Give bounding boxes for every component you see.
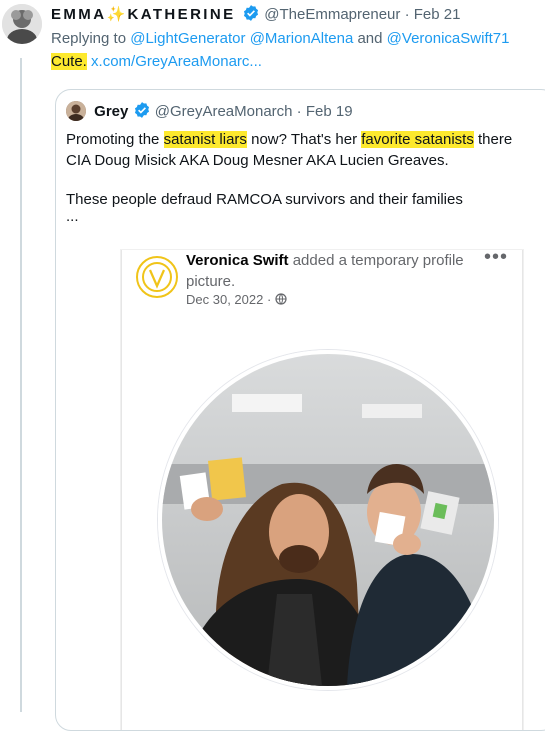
separator: · [296,103,302,120]
sparkle-emoji: ✨ [106,6,128,23]
globe-icon [275,293,287,305]
mention-link[interactable]: @VeronicaSwift71 [387,30,510,47]
avatar[interactable] [2,4,42,44]
embedded-screenshot[interactable]: Veronica Swift added a temporary profile… [121,246,523,730]
mention-link[interactable]: @LightGenerator [130,30,245,47]
quote-line-1: Promoting the satanist liars now? That's… [66,131,513,148]
quote-line-2: CIA Doug Misick AKA Doug Mesner AKA Luci… [66,152,449,169]
highlighted-text: Cute. [51,53,87,70]
timestamp[interactable]: Feb 21 [414,6,461,23]
post-author: Veronica Swift [186,252,289,269]
verified-badge-icon [244,5,259,21]
replying-to: Replying to @LightGenerator @MarionAlten… [51,29,509,49]
profile-avatar [136,256,178,298]
more-options-icon: ••• [483,246,508,268]
thread-line [20,58,22,712]
quote-timestamp[interactable]: Feb 19 [306,103,353,120]
quote-ellipsis: ... [66,208,79,225]
avatar-image [2,4,42,44]
quote-handle[interactable]: @GreyAreaMonarch [155,103,293,120]
verified-badge-icon [134,102,149,118]
replying-prefix: Replying to [51,30,127,47]
quote-header: Grey @GreyAreaMonarch · Feb 19 [66,101,353,122]
quoted-tweet-card[interactable]: Grey @GreyAreaMonarch · Feb 19 Promoting… [55,89,545,731]
separator: · [404,6,410,23]
profile-photo [158,350,498,690]
url-link[interactable]: x.com/GreyAreaMonarc... [91,53,262,70]
quote-display-name[interactable]: Grey [94,103,128,120]
quote-text: Promoting the satanist liars now? That's… [66,129,545,242]
handle[interactable]: @TheEmmapreneur [264,6,400,23]
mention-link[interactable]: @MarionAltena [250,30,354,47]
display-name-part2: KATHERINE [127,6,236,23]
display-name-part1: EMMA [51,6,107,23]
highlighted-text: satanist liars [163,131,247,148]
replying-and: and [357,30,383,47]
quote-line-3: These people defraud RAMCOA survivors an… [66,191,463,208]
quote-avatar-image [66,101,86,121]
photo-image [162,354,494,686]
display-name[interactable]: EMMA✨KATHERINE [51,6,242,23]
profile-logo-icon [142,262,172,292]
tweet-header: EMMA✨KATHERINE @TheEmmapreneur · Feb 21 [51,4,460,25]
post-date: Dec 30, 2022 · [186,292,287,307]
tweet-text: Cute. x.com/GreyAreaMonarc... [51,52,262,72]
post-header: Veronica Swift added a temporary profile… [186,250,486,292]
highlighted-text: favorite satanists [361,131,474,148]
quote-avatar[interactable] [66,101,86,121]
